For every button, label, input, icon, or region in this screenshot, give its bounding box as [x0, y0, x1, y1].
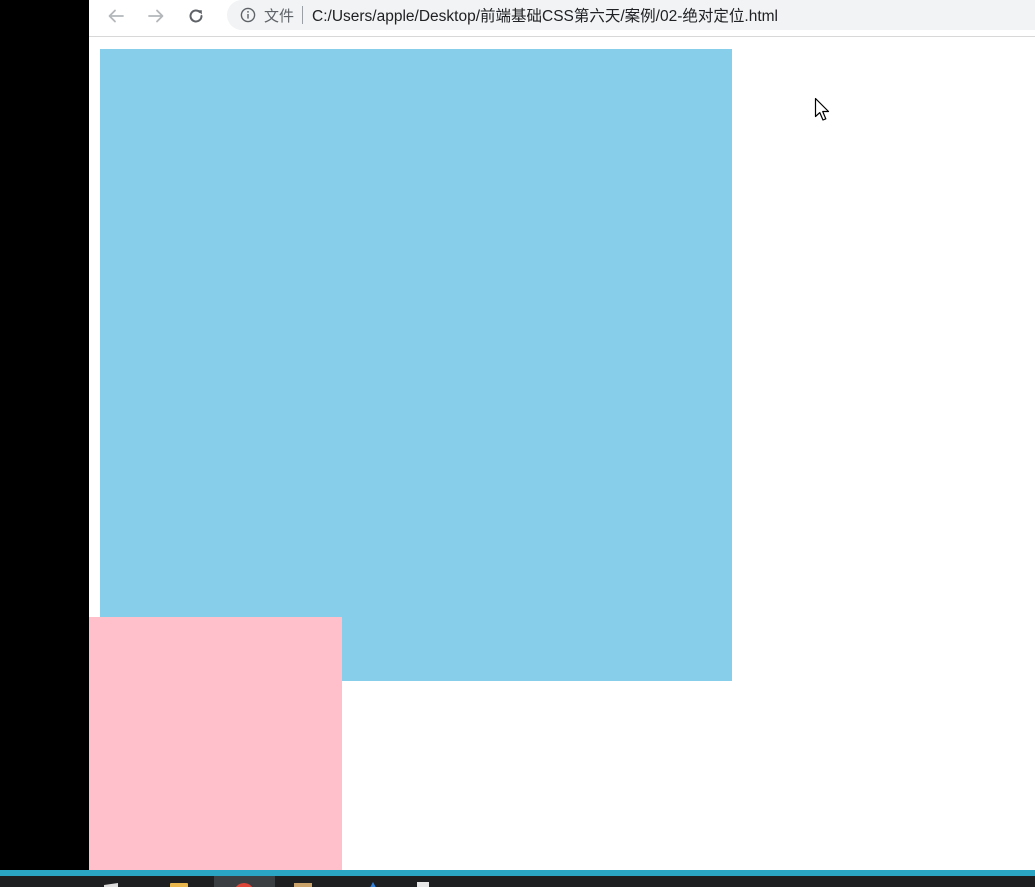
address-bar[interactable]: 文件 C:/Users/apple/Desktop/前端基础CSS第六天/案例/… — [227, 0, 1035, 30]
screen: 文件 C:/Users/apple/Desktop/前端基础CSS第六天/案例/… — [0, 0, 1035, 887]
image-viewer-icon[interactable] — [292, 879, 314, 887]
mouse-pointer-icon — [814, 97, 830, 121]
info-icon[interactable] — [240, 7, 256, 23]
reload-icon — [189, 9, 203, 23]
scheme-label: 文件 — [264, 7, 295, 25]
chrome-icon[interactable] — [233, 879, 255, 887]
browser-toolbar: 文件 C:/Users/apple/Desktop/前端基础CSS第六天/案例/… — [89, 0, 1035, 37]
relative-box-blue — [100, 49, 732, 681]
address-divider — [302, 6, 304, 24]
taskbar — [0, 870, 1035, 887]
arrow-right-icon — [148, 9, 164, 23]
windows-icon[interactable] — [100, 879, 122, 887]
folder-icon[interactable] — [168, 879, 190, 887]
desktop-left-edge — [0, 0, 89, 870]
reload-button[interactable] — [184, 4, 208, 28]
browser-window: 文件 C:/Users/apple/Desktop/前端基础CSS第六天/案例/… — [89, 0, 1035, 870]
back-button[interactable] — [104, 4, 128, 28]
app-icon[interactable] — [362, 879, 384, 887]
document-icon[interactable] — [412, 879, 434, 887]
absolute-box-pink — [89, 617, 342, 870]
arrow-left-icon — [108, 9, 124, 23]
url-text[interactable]: C:/Users/apple/Desktop/前端基础CSS第六天/案例/02-… — [312, 4, 778, 26]
forward-button[interactable] — [144, 4, 168, 28]
page-viewport — [89, 37, 1035, 870]
